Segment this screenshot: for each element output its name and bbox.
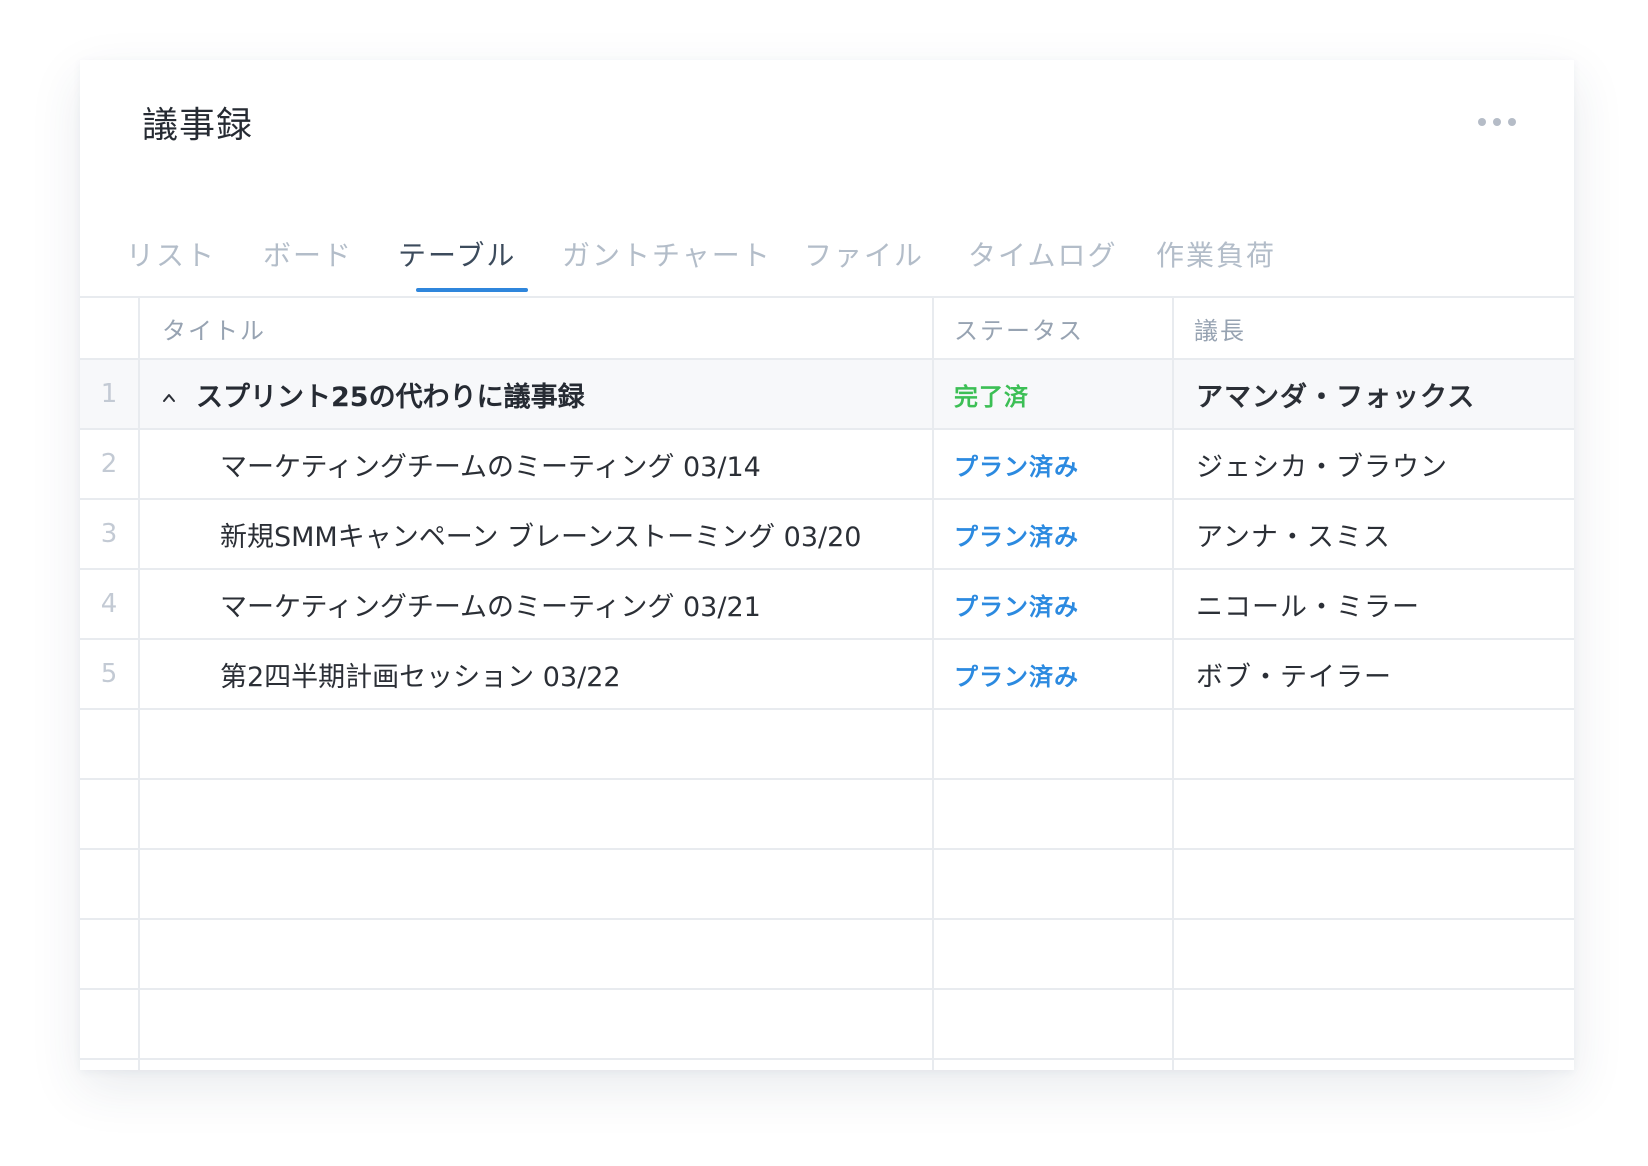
row-number: 3 <box>100 519 118 549</box>
row-status-cell[interactable]: プラン済み <box>934 500 1172 568</box>
tab-gantt[interactable]: ガントチャート <box>562 234 772 274</box>
table-row[interactable]: 2 マーケティングチームのミーティング 03/14 プラン済み ジェシカ・ブラウ… <box>80 430 1574 500</box>
tab-timelog[interactable]: タイムログ <box>968 234 1117 274</box>
table-row[interactable]: 5 第2四半期計画セッション 03/22 プラン済み ボブ・テイラー <box>80 640 1574 710</box>
row-title-cell[interactable]: スプリント25の代わりに議事録 <box>140 360 932 428</box>
empty-table-row[interactable] <box>80 850 1574 920</box>
row-title-cell[interactable]: マーケティングチームのミーティング 03/21 <box>140 570 932 638</box>
status-badge: プラン済み <box>954 662 1079 691</box>
table-row[interactable]: 4 マーケティングチームのミーティング 03/21 プラン済み ニコール・ミラー <box>80 570 1574 640</box>
data-table: タイトル ステータス 議長 1 スプリント25の代わりに議事録 完了済 アマンダ… <box>80 296 1574 1070</box>
row-chair: アンナ・スミス <box>1196 521 1391 553</box>
column-header-chair-label: 議長 <box>1194 316 1246 345</box>
more-dot <box>1508 118 1516 126</box>
row-number: 1 <box>100 379 118 409</box>
row-chair-cell[interactable]: アマンダ・フォックス <box>1174 360 1574 428</box>
tab-board[interactable]: ボード <box>263 234 353 274</box>
status-badge: プラン済み <box>954 452 1079 481</box>
row-status-cell[interactable]: プラン済み <box>934 640 1172 708</box>
tab-table[interactable]: テーブル <box>398 234 516 274</box>
row-chair: ニコール・ミラー <box>1196 591 1420 623</box>
row-status-cell[interactable]: 完了済 <box>934 360 1172 428</box>
empty-table-row[interactable] <box>80 710 1574 780</box>
status-badge: プラン済み <box>954 592 1079 621</box>
row-number: 2 <box>100 449 118 479</box>
meeting-notes-panel: 議事録 リスト ボード テーブル ガントチャート ファイル タイムログ 作業負荷… <box>80 60 1574 1070</box>
row-chair-cell[interactable]: ニコール・ミラー <box>1174 570 1574 638</box>
tab-workload[interactable]: 作業負荷 <box>1156 234 1276 274</box>
row-number: 4 <box>100 589 118 619</box>
row-chair: ボブ・テイラー <box>1196 661 1392 693</box>
column-header-status[interactable]: ステータス <box>934 298 1172 358</box>
row-title-cell[interactable]: 第2四半期計画セッション 03/22 <box>140 640 932 708</box>
column-header-status-label: ステータス <box>954 316 1084 345</box>
row-title-cell[interactable]: マーケティングチームのミーティング 03/14 <box>140 430 932 498</box>
row-chair-cell[interactable]: ジェシカ・ブラウン <box>1174 430 1574 498</box>
row-title: マーケティングチームのミーティング 03/21 <box>220 591 761 623</box>
row-number: 5 <box>100 659 118 689</box>
row-chair: アマンダ・フォックス <box>1196 381 1476 413</box>
table-row[interactable]: 3 新規SMMキャンペーン ブレーンストーミング 03/20 プラン済み アンナ… <box>80 500 1574 570</box>
panel-title: 議事録 <box>142 105 254 146</box>
column-header-title[interactable]: タイトル <box>140 298 932 358</box>
more-options-button[interactable] <box>1478 112 1516 132</box>
row-status-cell[interactable]: プラン済み <box>934 430 1172 498</box>
row-chair-cell[interactable]: ボブ・テイラー <box>1174 640 1574 708</box>
status-badge: 完了済 <box>954 382 1029 411</box>
row-title: スプリント25の代わりに議事録 <box>196 381 585 413</box>
row-chair-cell[interactable]: アンナ・スミス <box>1174 500 1574 568</box>
table-header-row: タイトル ステータス 議長 <box>80 298 1574 360</box>
column-header-title-label: タイトル <box>162 316 266 345</box>
row-title: 新規SMMキャンペーン ブレーンストーミング 03/20 <box>220 521 862 553</box>
empty-table-row[interactable] <box>80 780 1574 850</box>
row-title: 第2四半期計画セッション 03/22 <box>220 661 621 693</box>
row-status-cell[interactable]: プラン済み <box>934 570 1172 638</box>
column-divider <box>1172 298 1174 1070</box>
rownum-header <box>80 298 138 358</box>
empty-table-row[interactable] <box>80 920 1574 990</box>
row-title-cell[interactable]: 新規SMMキャンペーン ブレーンストーミング 03/20 <box>140 500 932 568</box>
row-title: マーケティングチームのミーティング 03/14 <box>220 451 761 483</box>
column-header-chair[interactable]: 議長 <box>1174 298 1574 358</box>
active-tab-indicator <box>416 288 528 292</box>
tab-files[interactable]: ファイル <box>804 234 924 274</box>
empty-table-row[interactable] <box>80 990 1574 1060</box>
column-divider <box>932 298 934 1070</box>
more-dot <box>1493 118 1501 126</box>
table-row-group[interactable]: 1 スプリント25の代わりに議事録 完了済 アマンダ・フォックス <box>80 360 1574 430</box>
chevron-up-icon[interactable] <box>162 391 176 405</box>
column-divider <box>138 298 140 1070</box>
row-chair: ジェシカ・ブラウン <box>1196 451 1448 483</box>
tab-list[interactable]: リスト <box>126 234 216 274</box>
more-horizontal-icon <box>1478 118 1486 126</box>
status-badge: プラン済み <box>954 522 1079 551</box>
view-tabs: リスト ボード テーブル ガントチャート ファイル タイムログ 作業負荷 <box>80 208 1574 296</box>
